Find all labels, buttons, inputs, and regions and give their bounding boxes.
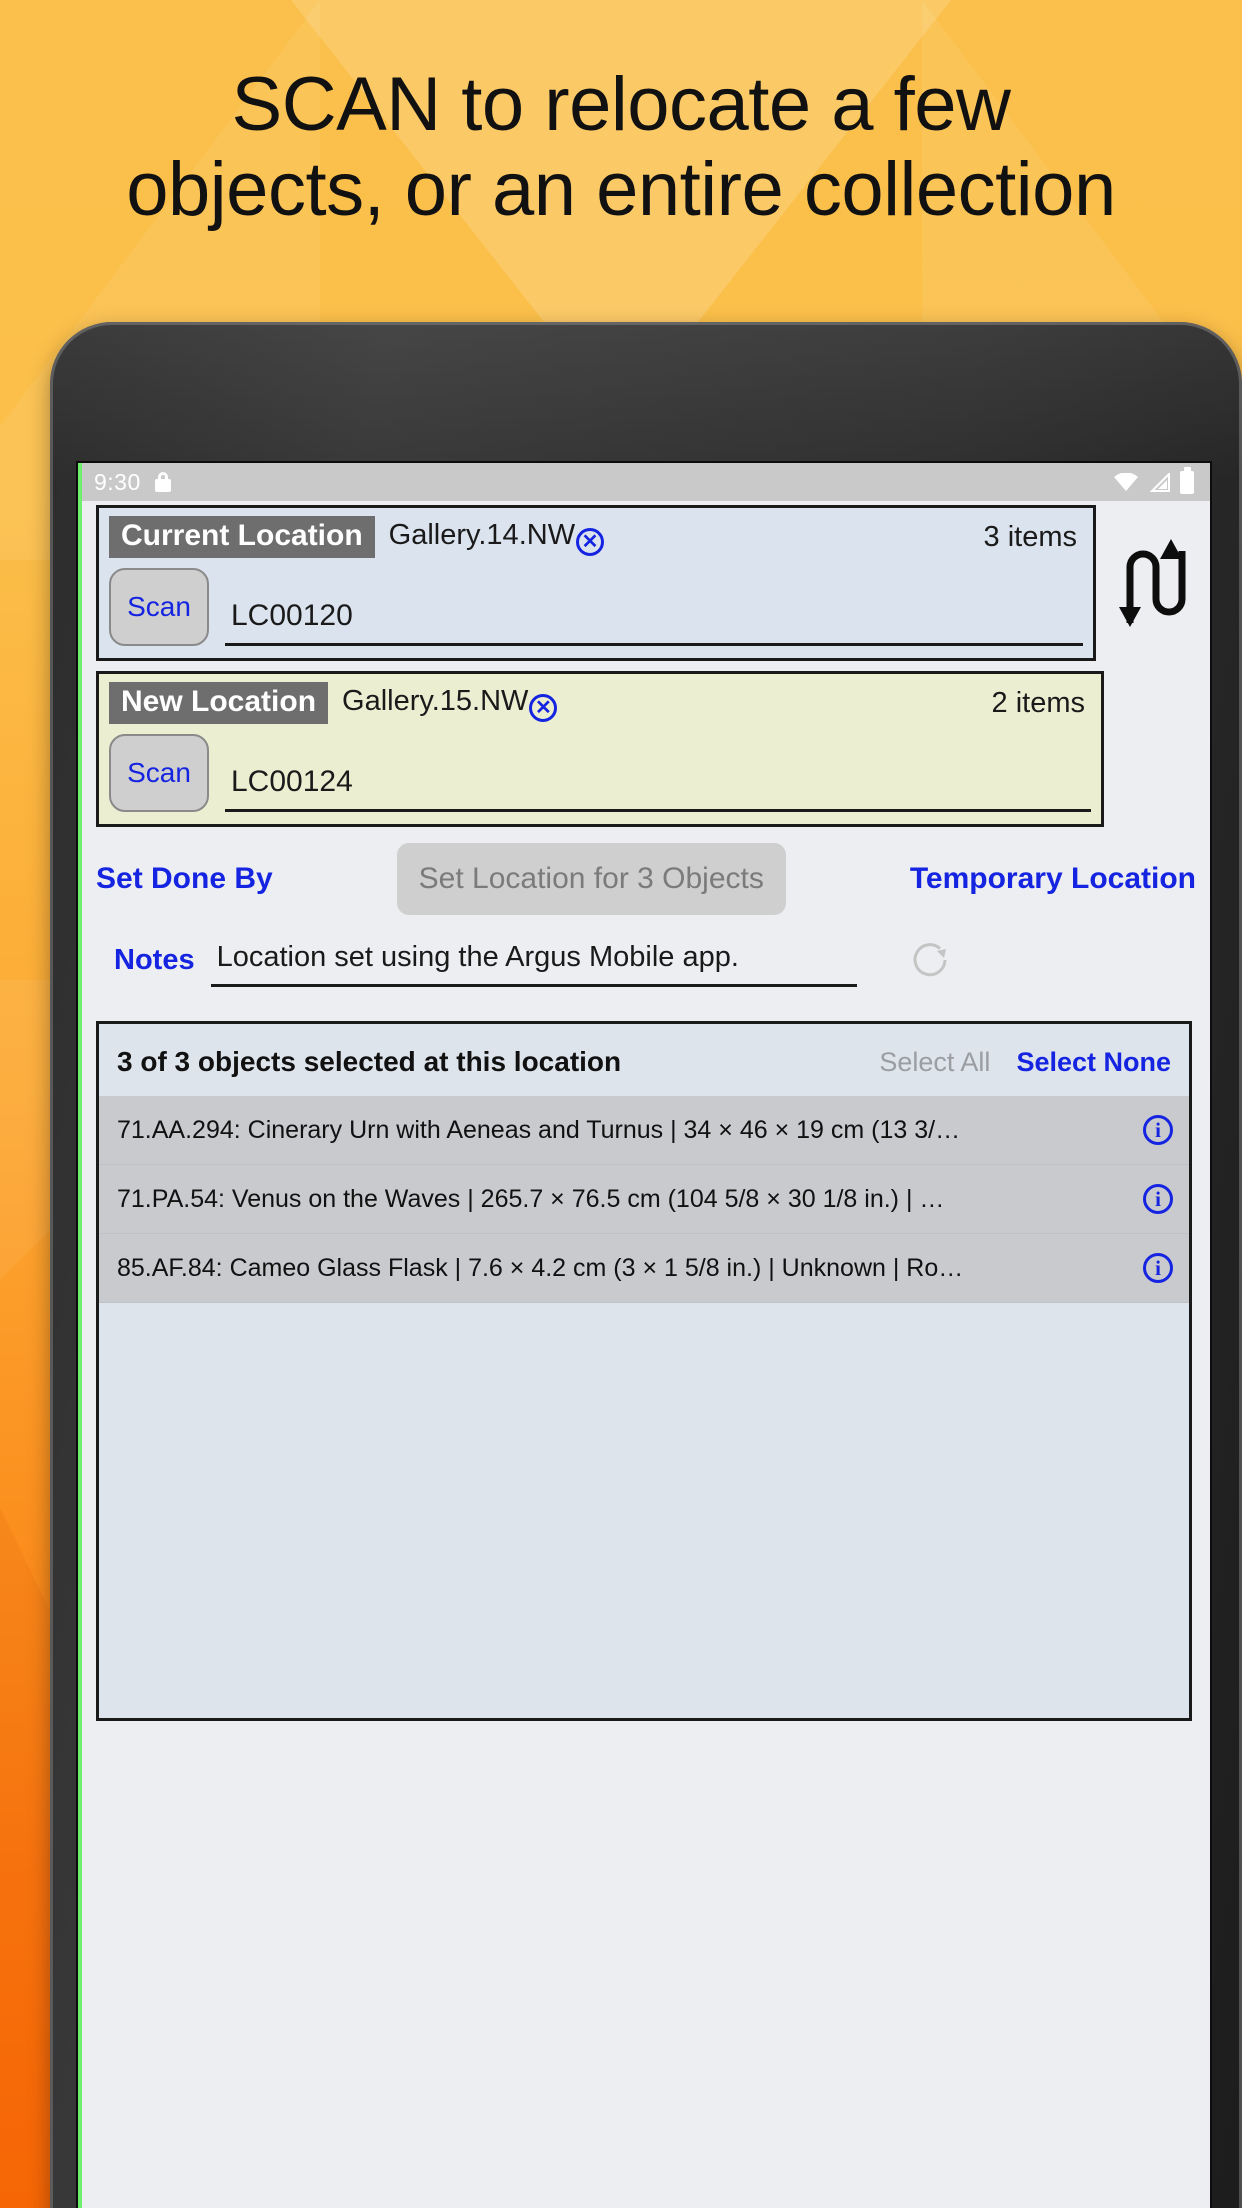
headline-line-2: objects, or an entire collection <box>126 147 1116 233</box>
temporary-location-button[interactable]: Temporary Location <box>910 862 1196 896</box>
action-button-row: Set Done By Set Location for 3 Objects T… <box>78 827 1210 923</box>
info-icon[interactable]: i <box>1143 1253 1173 1283</box>
swap-col-spacer <box>1104 671 1200 827</box>
refresh-icon[interactable] <box>907 937 953 983</box>
current-location-header: Current Location Gallery.14.NW ✕ 3 items <box>109 516 1083 558</box>
new-location-name-text: Gallery.15.NW <box>342 684 529 717</box>
cell-signal-icon <box>1148 471 1171 492</box>
new-location-name[interactable]: Gallery.15.NW ✕ <box>342 684 558 722</box>
notes-row: Notes Location set using the Argus Mobil… <box>78 923 1210 987</box>
headline-line-1: SCAN to relocate a few <box>231 62 1011 147</box>
set-location-button[interactable]: Set Location for 3 Objects <box>396 843 786 915</box>
object-row-text: 71.PA.54: Venus on the Waves | 265.7 × 7… <box>117 1184 945 1213</box>
current-location-badge: Current Location <box>109 516 375 558</box>
new-location-item-count: 2 items <box>991 686 1085 719</box>
current-scan-button[interactable]: Scan <box>109 568 209 646</box>
table-row[interactable]: 71.AA.294: Cinerary Urn with Aeneas and … <box>99 1096 1189 1165</box>
swap-vertical-arrows-icon <box>1116 537 1188 629</box>
phone-device-frame: 9:30 Current Location Gallery.14.NW ✕ 3 … <box>50 322 1242 2208</box>
promo-screenshot: SCAN to relocate a few objects, or an en… <box>0 0 1242 2208</box>
table-row[interactable]: 85.AF.84: Cameo Glass Flask | 7.6 × 4.2 … <box>99 1234 1189 1303</box>
new-location-badge: New Location <box>109 682 329 724</box>
clear-x-icon[interactable]: ✕ <box>529 693 558 722</box>
select-none-button[interactable]: Select None <box>1016 1047 1171 1078</box>
status-bar-clock: 9:30 <box>94 468 141 495</box>
wifi-icon <box>1113 471 1139 492</box>
clear-x-icon[interactable]: ✕ <box>576 527 605 556</box>
objects-selected-count: 3 of 3 objects selected at this location <box>117 1046 622 1077</box>
objects-list: 71.AA.294: Cinerary Urn with Aeneas and … <box>99 1096 1189 1303</box>
current-location-name[interactable]: Gallery.14.NW ✕ <box>388 518 605 556</box>
current-location-name-text: Gallery.14.NW <box>388 518 576 551</box>
swap-locations-button[interactable] <box>1104 505 1200 661</box>
new-location-scan-row: Scan LC00124 <box>109 734 1091 812</box>
select-all-button[interactable]: Select All <box>879 1047 990 1078</box>
android-status-bar: 9:30 <box>78 463 1210 501</box>
notes-label[interactable]: Notes <box>114 944 195 987</box>
objects-panel-header: 3 of 3 objects selected at this location… <box>99 1024 1189 1096</box>
new-scan-button[interactable]: Scan <box>109 734 209 812</box>
bezel-gloss <box>50 322 1242 482</box>
objects-panel: 3 of 3 objects selected at this location… <box>96 1021 1192 1721</box>
current-location-row: Current Location Gallery.14.NW ✕ 3 items … <box>78 501 1210 661</box>
set-done-by-button[interactable]: Set Done By <box>96 862 273 896</box>
object-row-text: 85.AF.84: Cameo Glass Flask | 7.6 × 4.2 … <box>117 1253 964 1282</box>
new-scan-input[interactable]: LC00124 <box>225 747 1091 812</box>
current-location-card: Current Location Gallery.14.NW ✕ 3 items … <box>96 505 1096 661</box>
app-screen: 9:30 Current Location Gallery.14.NW ✕ 3 … <box>78 463 1210 2208</box>
lock-icon <box>154 472 171 492</box>
table-row[interactable]: 71.PA.54: Venus on the Waves | 265.7 × 7… <box>99 1165 1189 1234</box>
current-location-scan-row: Scan LC00120 <box>109 568 1083 646</box>
new-location-card: New Location Gallery.15.NW ✕ 2 items Scan… <box>96 671 1104 827</box>
new-location-header: New Location Gallery.15.NW ✕ 2 items <box>109 682 1091 724</box>
new-location-row: New Location Gallery.15.NW ✕ 2 items Scan… <box>78 661 1210 827</box>
notes-input[interactable]: Location set using the Argus Mobile app. <box>210 941 857 987</box>
app-content: Current Location Gallery.14.NW ✕ 3 items … <box>78 501 1210 2208</box>
status-bar-icons <box>1113 466 1194 494</box>
battery-icon <box>1180 466 1194 494</box>
promo-headline: SCAN to relocate a few objects, or an en… <box>0 62 1242 232</box>
object-row-text: 71.AA.294: Cinerary Urn with Aeneas and … <box>117 1115 961 1144</box>
current-scan-input[interactable]: LC00120 <box>225 581 1083 646</box>
info-icon[interactable]: i <box>1143 1184 1173 1214</box>
current-location-item-count: 3 items <box>983 520 1077 553</box>
info-icon[interactable]: i <box>1143 1115 1173 1145</box>
